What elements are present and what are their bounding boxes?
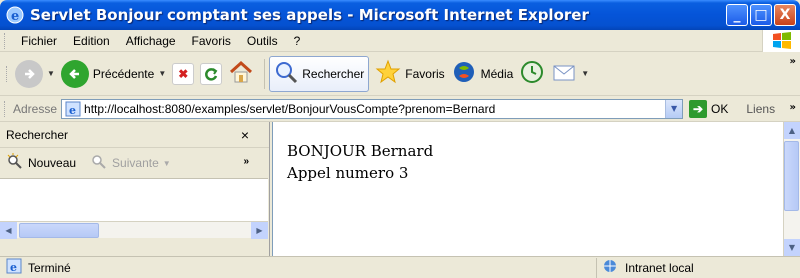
media-icon [451,59,477,88]
status-bar: e Terminé Intranet local [0,256,800,278]
menu-outils[interactable]: Outils [239,34,286,48]
back-label: Précédente [92,66,155,81]
media-button[interactable]: Média [451,59,514,88]
intranet-icon [601,258,619,277]
links-label[interactable]: Liens [746,102,775,116]
back-button[interactable]: Précédente ▼ [60,59,166,88]
go-arrow-icon: ➔ [689,99,708,118]
menu-edition[interactable]: Edition [65,34,118,48]
window-title: Servlet Bonjour comptant ses appels - Mi… [30,6,589,24]
zone-label: Intranet local [625,260,694,275]
stop-button[interactable]: ✖ [172,62,195,85]
ie-icon: e [6,6,24,24]
svg-text:e: e [69,104,76,117]
home-button[interactable] [228,59,254,88]
go-label: OK [711,101,729,116]
page-done-icon: e [6,258,22,277]
new-search-icon [6,152,24,174]
scroll-thumb[interactable] [19,222,99,238]
stop-icon: ✖ [172,62,195,85]
search-icon [274,60,298,87]
scroll-up-icon[interactable]: ▲ [784,122,800,139]
menu-fichier[interactable]: Fichier [13,34,65,48]
toolbar-separator [264,58,266,89]
title-bar[interactable]: e Servlet Bonjour comptant ses appels - … [0,0,800,30]
maximize-button[interactable]: □ [750,4,772,26]
next-search-icon [90,153,108,174]
toolbar-grip[interactable] [4,100,7,117]
sidebar-title: Rechercher [6,127,69,142]
refresh-button[interactable] [200,62,223,85]
chevron-down-icon[interactable]: ▼ [158,69,166,78]
next-label: Suivante [112,156,159,170]
svg-text:e: e [10,261,17,274]
page-icon: e [65,101,81,117]
address-field[interactable]: e ▼ [61,98,684,119]
back-arrow-icon [60,59,89,88]
links-overflow-chevron[interactable]: » [790,102,796,113]
history-button[interactable] [519,59,545,88]
chevron-down-icon[interactable]: ▼ [47,69,55,78]
sidebar-content: ◀ ▶ [0,178,268,239]
chevron-down-icon[interactable]: ▼ [581,69,589,78]
scroll-left-icon[interactable]: ◀ [0,221,17,239]
scroll-right-icon[interactable]: ▶ [251,221,268,239]
status-text: Terminé [28,260,71,275]
mail-button[interactable]: ▼ [551,59,589,88]
scroll-thumb[interactable] [784,141,799,211]
favorites-button[interactable]: Favoris [375,59,445,88]
media-label: Média [480,66,514,81]
chevron-down-icon[interactable]: ▼ [163,159,171,168]
windows-logo-icon [762,30,800,52]
close-button[interactable]: X [774,4,796,26]
menu-help[interactable]: ? [286,34,309,48]
sidebar-overflow-chevron[interactable]: » [243,156,249,167]
new-search-button[interactable]: Nouveau [6,152,77,174]
search-button[interactable]: Rechercher [269,55,370,92]
toolbar-grip[interactable] [6,65,9,82]
menu-affichage[interactable]: Affichage [118,34,184,48]
chevron-down-icon[interactable]: ▼ [665,99,683,118]
close-icon[interactable]: × [241,127,249,143]
refresh-icon [200,62,223,85]
forward-button[interactable]: ▼ [15,59,55,88]
security-zone[interactable]: Intranet local [596,257,800,278]
go-button[interactable]: ➔ OK [689,99,729,118]
history-icon [519,59,545,88]
mail-icon [551,59,577,88]
menu-favoris[interactable]: Favoris [184,34,239,48]
call-count-text: Appel numero 3 [287,164,409,182]
address-bar: Adresse e ▼ ➔ OK Liens » [0,96,800,122]
minimize-button[interactable]: _ [726,4,748,26]
greeting-text: BONJOUR Bernard [287,142,434,160]
vertical-scrollbar[interactable]: ▲ ▼ [783,122,800,256]
address-label: Adresse [13,101,58,116]
scroll-down-icon[interactable]: ▼ [784,239,800,256]
search-sidebar: Rechercher × Nouveau Suivante ▼ » ◀ ▶ [0,122,270,256]
next-button[interactable]: Suivante ▼ [90,153,171,174]
new-label: Nouveau [28,156,77,170]
toolbar-overflow-chevron[interactable]: » [790,56,796,67]
toolbar-grip[interactable] [4,32,7,49]
star-icon [375,59,401,88]
home-icon [228,59,254,88]
svg-text:e: e [11,9,19,24]
url-input[interactable] [84,101,645,116]
page-content: BONJOUR Bernard Appel numero 3 ▲ ▼ [272,122,800,256]
favorites-label: Favoris [405,66,445,81]
menu-bar: Fichier Edition Affichage Favoris Outils… [0,30,800,52]
search-label: Rechercher [302,66,365,81]
horizontal-scrollbar[interactable]: ◀ ▶ [0,221,268,239]
forward-arrow-icon [15,59,43,88]
standard-toolbar: ▼ Précédente ▼ ✖ Rechercher Favoris Médi… [0,52,800,96]
